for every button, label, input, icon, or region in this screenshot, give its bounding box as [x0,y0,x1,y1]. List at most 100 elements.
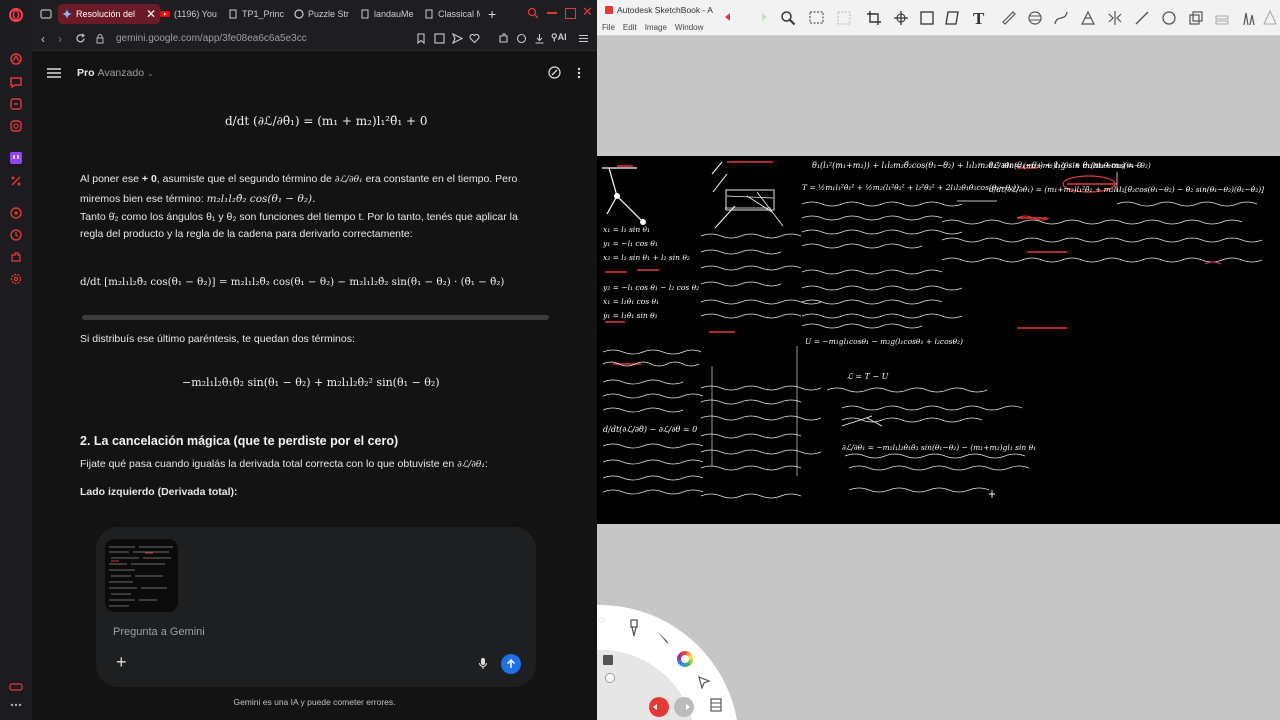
whatsapp-icon[interactable] [9,97,23,111]
extension-puzzle-icon[interactable] [498,33,509,44]
paragraph-2-line-1: Tanto θ̇₂ como los ángulos θ₁ y θ₂ son f… [80,211,518,223]
lagoon-undo-button[interactable] [649,697,669,717]
send-button[interactable] [501,654,521,674]
color-editor-icon[interactable] [1263,10,1277,26]
new-chat-icon[interactable] [548,66,561,79]
zoom-icon[interactable] [780,10,796,26]
tab-puzzle[interactable]: Puzzle Str [294,4,352,24]
tab-tp1[interactable]: TP1_Princ [228,4,284,24]
percent-icon[interactable] [9,174,23,188]
tab-menu-icon[interactable] [40,8,52,20]
download-icon[interactable] [534,33,545,44]
select-icon[interactable] [809,11,825,25]
minimize-icon[interactable] [547,12,557,14]
close-window-icon[interactable]: ✕ [582,4,593,20]
back-icon[interactable]: ‹ [41,32,45,46]
brush-tool-icon[interactable] [627,619,641,637]
stroke-icon[interactable] [1134,10,1150,26]
drawing-canvas[interactable]: θ̈₁(l₁²(m₁+m₂)) + l₁l₂m₂θ̈₂cos(θ₁−θ₂) + … [597,156,1280,524]
model-selector[interactable]: Pro Avanzado ⌄ [77,67,154,79]
tab-classical[interactable]: Classical M [424,4,480,24]
kebab-menu-icon[interactable] [577,67,581,79]
reload-icon[interactable] [75,33,86,44]
browser-sidebar [0,0,32,720]
ellipse-guide-icon[interactable] [1027,10,1043,26]
undo-icon[interactable] [724,11,742,23]
tab-youtube[interactable]: (1196) You [160,4,218,24]
distort-icon[interactable] [945,10,961,26]
brush-library-icon[interactable] [1241,10,1257,26]
extensions-icon[interactable] [9,250,23,264]
move-icon[interactable] [893,10,909,26]
layers-icon[interactable] [1214,10,1230,26]
pen-tool-icon[interactable] [655,629,671,645]
opera-logo-icon[interactable] [9,8,23,22]
prompt-input[interactable]: Pregunta a Gemini [113,626,205,638]
lagoon-redo-button[interactable] [674,697,694,717]
window-title: Autodesk SketchBook - A [617,5,713,15]
ruler-icon[interactable] [1001,10,1017,26]
menu-file[interactable]: File [602,23,615,32]
instagram-icon[interactable] [9,119,23,133]
vpn-icon[interactable] [9,682,23,696]
forward-icon[interactable]: › [58,32,62,46]
lagoon-handle-icon[interactable]: ◌ [599,615,605,626]
url-field[interactable]: gemini.google.com/app/3fe08ea6c6a5e3cc [116,33,307,44]
tab-resolucion[interactable]: Resolución del ✕ [58,4,160,24]
paragraph-2-line-2: regla del producto y la regla de la cade… [80,228,413,240]
layer-mini-icon[interactable] [603,655,613,665]
text-tool-icon[interactable]: T [973,9,984,29]
note-eq-ddt-partial: d/dt(∂ℒ/∂θ̇₁) = (m₁+m₂)l₁²θ̈₁ + m₂l₁l₂[θ… [989,185,1265,194]
easy-setup-icon[interactable] [578,33,589,44]
lasso-icon[interactable] [837,11,851,25]
close-tab-icon[interactable]: ✕ [142,7,156,21]
bookmark-icon[interactable] [416,33,426,44]
player-icon[interactable] [9,206,23,220]
main-menu-icon[interactable] [47,68,61,78]
wallet-icon[interactable] [516,33,527,44]
maximize-icon[interactable] [565,8,576,19]
document-favicon-icon [228,9,238,19]
copy-icon[interactable] [1188,10,1204,26]
aria-icon[interactable] [9,52,23,66]
ai-button[interactable]: ⚲AI [551,32,567,43]
prompt-box: Pregunta a Gemini + [96,527,536,687]
equation-3: −m₂l₁l₂θ̇₁θ̇₂ sin(θ₁ − θ₂) + m₂l₁l₂θ̇₂² … [182,376,440,389]
paragraph-1-line-1: Al poner ese + 0, asumiste que el segund… [80,173,518,185]
site-info-icon[interactable] [95,33,105,44]
history-icon[interactable] [9,228,23,242]
heart-icon[interactable] [469,33,480,44]
search-tabs-icon[interactable] [527,7,539,19]
perspective-icon[interactable] [1080,10,1096,26]
brush-size-icon[interactable] [605,673,615,683]
send-icon[interactable] [452,33,463,44]
note-partial-theta1: ∂ℒ/∂θ₁ = −m₂l₁l₂θ̇₁θ̇₂ sin(θ₁−θ₂) − (m₁+… [842,443,1037,452]
more-options-icon[interactable] [9,702,23,716]
redo-icon[interactable] [750,11,768,23]
pointer-tool-icon[interactable] [697,675,711,689]
section-heading: 2. La cancelación mágica (que te perdist… [80,434,399,448]
microphone-icon[interactable] [478,657,488,670]
add-attachment-icon[interactable]: + [116,653,127,671]
menu-image[interactable]: Image [645,23,667,32]
messenger-icon[interactable] [9,75,23,89]
twitch-icon[interactable] [9,151,23,165]
lagoon-layers-icon[interactable] [709,697,723,713]
menu-window[interactable]: Window [675,23,703,32]
note-x1: x₁ = l₁ sin θ₁ [603,225,651,234]
snapshot-icon[interactable] [434,33,445,44]
tab-label: Puzzle Str [308,9,350,19]
transform-icon[interactable] [919,10,935,26]
color-wheel-icon[interactable] [677,651,693,667]
menu-edit[interactable]: Edit [623,23,637,32]
equation-scrollbar[interactable] [82,315,549,320]
settings-icon[interactable] [9,272,23,286]
shape-icon[interactable] [1161,10,1177,26]
new-tab-icon[interactable]: + [488,6,496,22]
french-curve-icon[interactable] [1053,10,1069,26]
crop-icon[interactable] [866,10,882,26]
tab-landau[interactable]: landauMe [360,4,414,24]
symmetry-icon[interactable] [1107,10,1123,26]
attached-image-thumbnail[interactable] [105,539,178,612]
address-bar: ‹ › gemini.google.com/app/3fe08ea6c6a5e3… [32,28,597,51]
